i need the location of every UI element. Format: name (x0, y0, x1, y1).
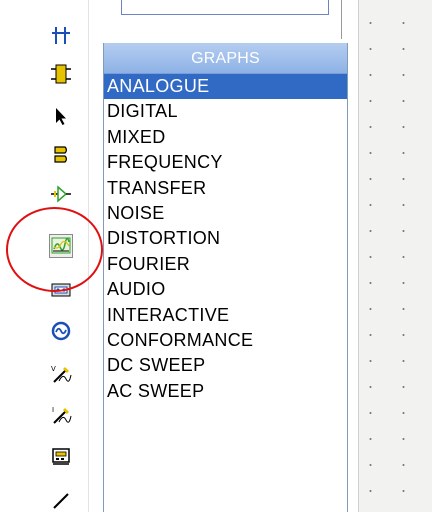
current-probe-tool-button[interactable]: I (48, 402, 74, 428)
subcircuit-icon (51, 185, 71, 203)
voltage-probe-icon: V (51, 365, 72, 383)
voltage-probe-tool-button[interactable]: V (48, 361, 74, 387)
graph-type-item-distortion[interactable]: DISTORTION (104, 226, 347, 251)
component-icon (51, 64, 71, 84)
terminal-tool-button[interactable] (48, 142, 74, 168)
graph-type-item-mixed[interactable]: MIXED (104, 125, 347, 150)
junction-dot-icon (52, 27, 70, 44)
junction-dot-tool-button[interactable] (48, 22, 74, 48)
svg-text:V: V (51, 365, 56, 373)
generator-tool-button[interactable] (48, 318, 74, 344)
component-tool-button[interactable] (48, 61, 74, 87)
graph-type-item-analogue[interactable]: ANALOGUE (104, 74, 347, 100)
graph-type-item-audio[interactable]: AUDIO (104, 277, 347, 302)
graph-type-item-conformance[interactable]: CONFORMANCE (104, 328, 347, 353)
overview-panel-edge (341, 0, 342, 39)
schematic-editing-area[interactable] (358, 0, 432, 512)
graph-type-item-ac-sweep[interactable]: AC SWEEP (104, 379, 347, 404)
subcircuit-tool-button[interactable] (48, 181, 74, 207)
line-tool-button[interactable] (48, 486, 74, 512)
overview-frame (121, 0, 329, 15)
virtual-instrument-tool-button[interactable] (48, 443, 74, 469)
current-probe-icon: I (52, 406, 72, 424)
graph-type-item-digital[interactable]: DIGITAL (104, 99, 347, 124)
virtual-instrument-icon (52, 448, 70, 465)
overview-panel (103, 0, 346, 39)
generator-icon (51, 321, 71, 341)
terminal-icon (54, 146, 67, 163)
svg-text:I: I (52, 406, 54, 414)
annotation-highlight-circle (6, 207, 103, 292)
graph-type-item-fourier[interactable]: FOURIER (104, 252, 347, 277)
graph-type-item-transfer[interactable]: TRANSFER (104, 176, 347, 201)
select-arrow-icon (56, 108, 66, 125)
graph-type-item-interactive[interactable]: INTERACTIVE (104, 303, 347, 328)
graph-type-item-noise[interactable]: NOISE (104, 201, 347, 226)
graph-type-list: ANALOGUE DIGITAL MIXED FREQUENCY TRANSFE… (104, 74, 347, 404)
graph-type-item-frequency[interactable]: FREQUENCY (104, 150, 347, 175)
graphs-header: GRAPHS (104, 43, 347, 74)
object-selector-panel: GRAPHS ANALOGUE DIGITAL MIXED FREQUENCY … (103, 43, 348, 512)
line-tool-icon (53, 493, 69, 509)
graph-type-item-dc-sweep[interactable]: DC SWEEP (104, 353, 347, 378)
select-tool-button[interactable] (48, 103, 74, 129)
